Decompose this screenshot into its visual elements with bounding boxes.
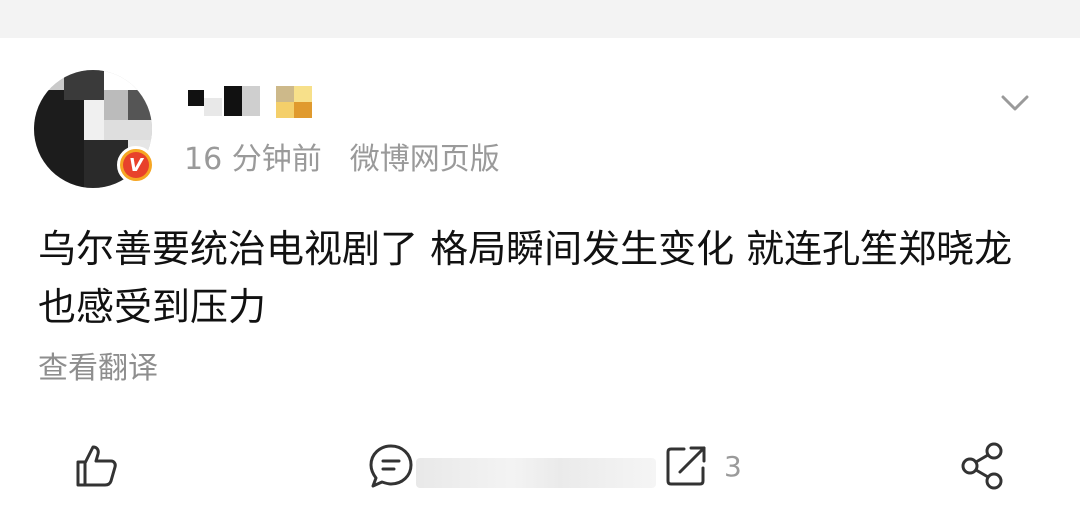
repost-icon bbox=[666, 446, 706, 486]
username-mosaic-cell bbox=[294, 86, 312, 102]
avatar-mosaic-cell bbox=[34, 90, 84, 188]
avatar-mosaic-cell bbox=[84, 100, 104, 140]
share-button[interactable] bbox=[956, 438, 1008, 494]
repost-count: 3 bbox=[724, 449, 742, 483]
like-button[interactable] bbox=[72, 438, 120, 494]
verified-badge: V bbox=[117, 146, 155, 184]
top-separator-band bbox=[0, 0, 1080, 38]
avatar-mosaic-cell bbox=[104, 120, 152, 140]
post-content: 乌尔善要统治电视剧了 格局瞬间发生变化 就连孔笙郑晓龙也感受到压力 bbox=[38, 227, 1013, 329]
comment-button[interactable] bbox=[366, 438, 416, 494]
more-options-button[interactable] bbox=[998, 86, 1032, 120]
avatar-mosaic-cell bbox=[104, 90, 128, 120]
username-pixelated[interactable] bbox=[188, 84, 318, 122]
post-meta: 16 分钟前 微博网页版 bbox=[184, 140, 500, 180]
avatar-mosaic-cell bbox=[104, 70, 152, 90]
username-mosaic-cell bbox=[242, 86, 260, 116]
username-mosaic-cell bbox=[276, 86, 294, 102]
username-mosaic-cell bbox=[224, 86, 242, 116]
chevron-down-icon bbox=[1001, 95, 1029, 111]
username-mosaic-cell bbox=[188, 90, 204, 106]
username-mosaic-cell bbox=[204, 98, 222, 116]
repost-button[interactable]: 3 bbox=[662, 438, 742, 494]
verified-badge-letter: V bbox=[123, 152, 149, 178]
comment-bubble-icon bbox=[369, 444, 413, 488]
avatar-mosaic-cell bbox=[64, 70, 104, 100]
blurred-overlay bbox=[416, 458, 656, 488]
post-source: 微博网页版 bbox=[349, 142, 500, 177]
thumbs-up-icon bbox=[76, 445, 117, 487]
view-translation-link[interactable]: 查看翻译 bbox=[38, 348, 158, 390]
username-mosaic-cell bbox=[294, 102, 312, 118]
post-time: 16 分钟前 bbox=[184, 142, 322, 177]
share-icon bbox=[961, 442, 1003, 490]
avatar-mosaic-cell bbox=[128, 90, 152, 120]
username-mosaic-cell bbox=[276, 102, 294, 118]
